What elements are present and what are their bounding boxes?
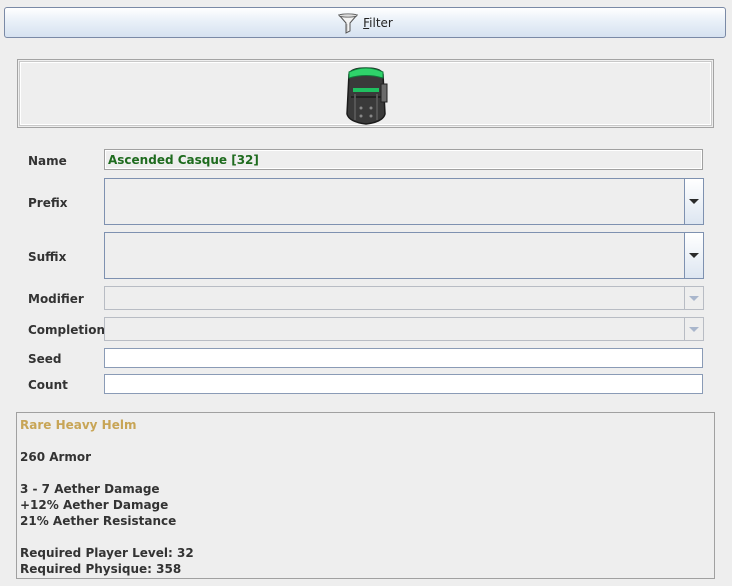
item-stat: 21% Aether Resistance [20,514,177,528]
chevron-down-icon [689,326,699,332]
item-image-panel [17,59,714,128]
completion-dropdown[interactable] [104,317,704,341]
filter-button-label: Filter [363,15,393,30]
item-rarity: Rare Heavy Helm [20,418,137,432]
item-stat: +12% Aether Damage [20,498,169,512]
count-input[interactable] [104,374,703,394]
chevron-down-icon [689,199,699,204]
filter-button[interactable]: Filter [4,7,726,38]
modifier-dropdown-arrow[interactable] [684,287,703,309]
item-requirement: Required Player Level: 32 [20,546,194,560]
funnel-icon [338,12,359,34]
seed-label: Seed [28,352,62,366]
prefix-dropdown[interactable] [104,178,704,225]
suffix-dropdown-arrow[interactable] [684,233,703,278]
modifier-dropdown[interactable] [104,286,704,310]
chevron-down-icon [689,295,699,301]
suffix-dropdown[interactable] [104,232,704,279]
completion-dropdown-arrow[interactable] [684,318,703,340]
name-label: Name [28,154,67,168]
completion-label: Completion [28,323,106,337]
prefix-dropdown-arrow[interactable] [684,179,703,224]
item-description-panel: Rare Heavy Helm 260 Armor 3 - 7 Aether D… [16,412,715,579]
count-label: Count [28,378,68,392]
item-armor: 260 Armor [20,450,92,464]
seed-input[interactable] [104,348,703,368]
item-stat: 3 - 7 Aether Damage [20,482,160,496]
heavy-helm-icon [346,67,388,125]
prefix-label: Prefix [28,196,68,210]
item-requirement: Required Physique: 358 [20,562,182,576]
modifier-label: Modifier [28,292,84,306]
name-field[interactable]: Ascended Casque [32] [104,149,703,170]
suffix-label: Suffix [28,250,67,264]
chevron-down-icon [689,253,699,258]
